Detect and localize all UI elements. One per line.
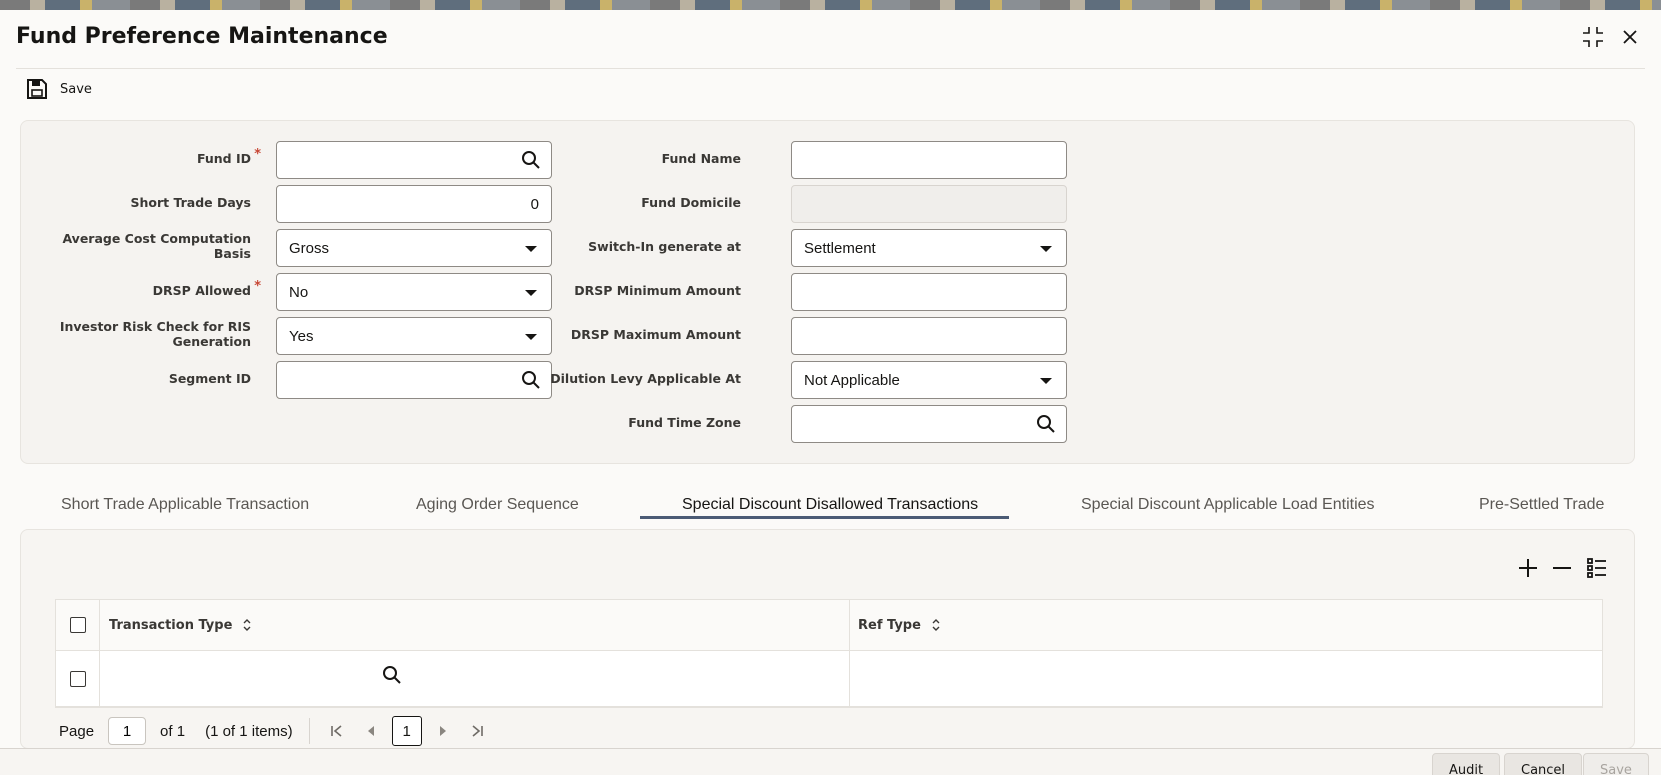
chevron-down-icon [1040, 378, 1052, 384]
drsp-min-input[interactable] [791, 273, 1067, 311]
ref-type-cell[interactable] [850, 651, 1602, 706]
investor-risk-label: Investor Risk Check for RIS Generation [59, 319, 251, 349]
column-label: Ref Type [858, 617, 921, 633]
fund-tz-input[interactable] [791, 405, 1067, 443]
column-label: Transaction Type [109, 617, 233, 633]
required-mark: * [254, 147, 261, 162]
transactions-table: Transaction Type Ref Type [55, 599, 1603, 708]
tab-bar: Short Trade Applicable Transaction Aging… [20, 486, 1661, 526]
header-checkbox-cell [56, 600, 100, 650]
sort-icon[interactable] [242, 618, 252, 632]
fund-name-label: Fund Name [661, 151, 741, 166]
column-ref-type[interactable]: Ref Type [850, 600, 1602, 650]
title-divider [16, 68, 1645, 69]
fund-name-input[interactable] [791, 141, 1067, 179]
table-header: Transaction Type Ref Type [56, 600, 1602, 651]
fund-domicile-label: Fund Domicile [641, 195, 741, 210]
row-checkbox[interactable] [69, 670, 86, 687]
last-page-icon[interactable] [464, 718, 490, 744]
row-checkbox-cell [56, 651, 100, 706]
tab-aging-order-sequence[interactable]: Aging Order Sequence [416, 496, 579, 514]
drsp-max-input[interactable] [791, 317, 1067, 355]
toolbar-save-button[interactable]: Save [26, 78, 92, 100]
cancel-button[interactable]: Cancel [1504, 753, 1583, 775]
required-mark: * [254, 279, 261, 294]
grid-panel: Transaction Type Ref Type Page 1 of 1 (1… [20, 529, 1635, 749]
table-row [56, 651, 1602, 707]
short-trade-days-label: Short Trade Days [130, 195, 251, 210]
dilution-select[interactable]: Not Applicable [791, 361, 1067, 399]
transaction-type-cell[interactable] [100, 651, 850, 706]
tab-special-discount-disallowed[interactable]: Special Discount Disallowed Transactions [682, 496, 978, 514]
dilution-label: Dilution Levy Applicable At [550, 371, 741, 386]
tab-pre-settled-trade[interactable]: Pre-Settled Trade [1479, 496, 1604, 514]
active-tab-indicator [640, 516, 1009, 519]
maximize-icon[interactable] [1580, 24, 1606, 50]
tab-short-trade-applicable[interactable]: Short Trade Applicable Transaction [61, 496, 309, 514]
column-settings-icon[interactable] [1583, 554, 1611, 582]
first-page-icon[interactable] [324, 718, 350, 744]
page-number-input[interactable] [108, 717, 147, 745]
fund-preference-window: Fund Preference Maintenance Save Fund ID… [0, 10, 1661, 775]
grid-actions [1514, 554, 1634, 582]
drsp-allowed-label: DRSP Allowed * [152, 279, 261, 298]
items-count: (1 of 1 items) [205, 722, 293, 740]
switch-in-select[interactable]: Settlement [791, 229, 1067, 267]
fund-form-panel: Fund ID * Fund Name Short Trade Days 0 Fu… [20, 120, 1635, 464]
segment-id-label: Segment ID [168, 371, 251, 386]
background-strip [0, 0, 1661, 10]
close-icon[interactable] [1617, 24, 1643, 50]
delete-row-icon[interactable] [1548, 554, 1576, 582]
drsp-min-label: DRSP Minimum Amount [574, 283, 741, 298]
search-icon[interactable] [382, 665, 402, 689]
tab-special-discount-load-entities[interactable]: Special Discount Applicable Load Entitie… [1081, 496, 1375, 514]
add-row-icon[interactable] [1514, 554, 1542, 582]
pagination: Page of 1 (1 of 1 items) 1 [59, 716, 490, 746]
select-all-checkbox[interactable] [69, 617, 86, 633]
footer-save-button[interactable]: Save [1583, 753, 1649, 775]
page-label: Page [59, 722, 95, 740]
page-count: of 1 [160, 722, 186, 740]
save-icon [27, 79, 47, 99]
fund-domicile-input [791, 185, 1067, 223]
avg-cost-label: Average Cost Computation Basis [62, 231, 251, 261]
sort-icon[interactable] [931, 618, 941, 632]
next-page-icon[interactable] [430, 718, 456, 744]
current-page-button[interactable]: 1 [391, 716, 422, 746]
search-icon[interactable] [1036, 414, 1056, 438]
toolbar-save-label: Save [60, 81, 92, 97]
column-transaction-type[interactable]: Transaction Type [100, 600, 850, 650]
audit-button[interactable]: Audit [1432, 753, 1501, 775]
drsp-max-label: DRSP Maximum Amount [570, 327, 741, 342]
fund-tz-label: Fund Time Zone [628, 415, 741, 430]
footer-bar: Audit Cancel Save [0, 748, 1661, 775]
previous-page-icon[interactable] [358, 718, 384, 744]
fund-id-label: Fund ID * [196, 147, 261, 166]
chevron-down-icon [1040, 246, 1052, 252]
page-title: Fund Preference Maintenance [16, 24, 388, 49]
switch-in-label: Switch-In generate at [588, 239, 741, 254]
pager-divider [308, 718, 310, 744]
